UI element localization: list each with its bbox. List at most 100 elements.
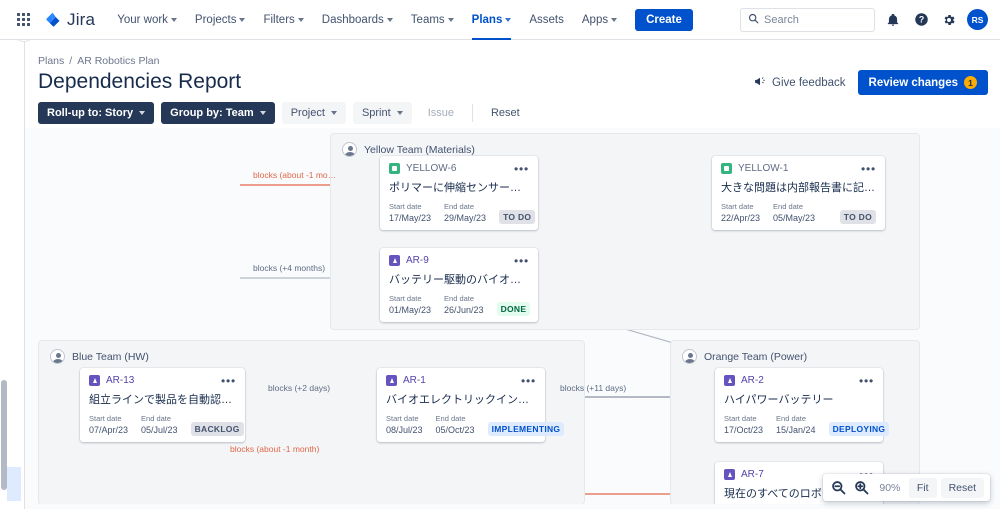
review-changes-label: Review changes [868,76,958,89]
status-badge: BACKLOG [190,422,244,436]
search-input[interactable] [764,13,867,26]
end-date-field: End date 05/Jul/23 [141,414,178,436]
issue-summary: 組立ラインで製品を自動認識し、組立指… [89,394,236,406]
nav-item-teams[interactable]: Teams [403,0,462,40]
end-date-value: 26/Jun/23 [444,305,484,315]
jira-logo[interactable]: Jira [44,10,95,30]
status-badge: TO DO [499,210,536,224]
issue-card-yellow-6[interactable]: YELLOW-6 ••• ポリマーに伸縮センサーを埋め込む Start date… [380,156,538,230]
nav-item-apps[interactable]: Apps [574,0,625,40]
sprint-filter-button[interactable]: Sprint [352,102,412,124]
bell-icon[interactable] [883,10,903,30]
issue-card-ar-9[interactable]: AR-9 ••• バッテリー駆動のバイオメカニクス筋を… Start date … [380,248,538,322]
give-feedback-button[interactable]: Give feedback [753,75,846,91]
nav-item-dashboards[interactable]: Dashboards [314,0,401,40]
dependencies-canvas[interactable]: Yellow Team (Materials) Blue Team (HW) O… [25,128,1000,509]
issue-key[interactable]: AR-7 [741,469,764,480]
sidebar-highlight [7,467,21,501]
issue-summary: バイオエレクトリックインターフェース… [386,394,536,406]
help-icon[interactable]: ? [911,10,931,30]
task-type-icon [89,375,100,386]
dependency-label-ar1-ar2: blocks (+11 days) [560,383,627,393]
issue-key[interactable]: AR-9 [406,255,429,266]
nav-item-assets[interactable]: Assets [521,0,572,40]
card-header: AR-2 ••• [724,375,874,387]
issue-key[interactable]: AR-13 [106,375,134,386]
nav-item-filters[interactable]: Filters [255,0,311,40]
zoom-control-bar: 90% Fit Reset [822,474,990,501]
project-filter-label: Project [290,107,325,119]
jira-wordmark: Jira [67,9,96,29]
card-footer: Start date 01/May/23 End date 26/Jun/23 … [389,294,531,316]
nav-item-your-work[interactable]: Your work [109,0,185,40]
start-date-value: 08/Jul/23 [386,425,423,435]
issue-filter-button[interactable]: Issue [419,102,463,124]
reset-filters-button[interactable]: Reset [482,102,529,124]
chevron-down-icon [297,17,304,22]
end-date-value: 05/Jul/23 [141,425,178,435]
more-actions-icon[interactable]: ••• [221,375,236,387]
filter-toolbar: Roll-up to: Story Group by: Team Project… [38,102,529,124]
status-badge: IMPLEMENTING [487,422,565,436]
more-actions-icon[interactable]: ••• [861,163,876,175]
avatar[interactable]: RS [967,9,988,30]
end-date-value: 05/Oct/23 [435,425,475,435]
nav-item-plans[interactable]: Plans [464,0,520,40]
breadcrumb: Plans / AR Robotics Plan [38,55,159,67]
start-date-value: 01/May/23 [389,305,432,315]
chevron-down-icon [611,17,618,22]
start-date-field: Start date 17/May/23 [389,202,431,224]
start-date-field: Start date 07/Apr/23 [89,414,128,436]
issue-card-yellow-1[interactable]: YELLOW-1 ••• 大きな問題は内部報告書に記録される Start dat… [712,156,885,230]
more-actions-icon[interactable]: ••• [521,375,536,387]
create-button[interactable]: Create [635,8,693,31]
start-date-value: 17/Oct/23 [724,425,764,435]
zoom-fit-button[interactable]: Fit [908,477,937,498]
review-changes-button[interactable]: Review changes 1 [857,70,988,95]
issue-card-ar-13[interactable]: AR-13 ••• 組立ラインで製品を自動認識し、組立指… Start date… [80,368,245,442]
issue-filter-label: Issue [427,107,454,119]
app-switcher-icon[interactable] [12,9,34,31]
nav-right-group: ? RS [740,7,988,32]
chevron-down-icon [330,111,337,115]
issue-card-ar-2[interactable]: AR-2 ••• ハイパワーバッテリー Start date 17/Oct/23… [715,368,890,442]
svg-text:?: ? [918,15,923,25]
left-sidebar-rail [0,40,25,509]
card-header: YELLOW-1 ••• [721,163,876,175]
issue-card-ar-1[interactable]: AR-1 ••• バイオエレクトリックインターフェース… Start date … [377,368,565,442]
end-date-field: End date 15/Jan/24 [776,414,816,436]
chevron-down-icon [139,111,146,115]
zoom-out-icon[interactable] [829,478,848,497]
end-date-value: 29/May/23 [444,213,487,223]
more-actions-icon[interactable]: ••• [514,163,529,175]
start-date-field: Start date 01/May/23 [389,294,431,316]
search-box[interactable] [740,7,875,32]
nav-item-projects[interactable]: Projects [187,0,254,40]
start-date-field: Start date 22/Apr/23 [721,202,760,224]
more-actions-icon[interactable]: ••• [859,375,874,387]
issue-summary: ポリマーに伸縮センサーを埋め込む [389,182,529,194]
search-icon [748,11,759,29]
rollup-filter-button[interactable]: Roll-up to: Story [38,102,155,124]
horizontal-scrollbar[interactable] [25,504,1000,509]
team-name-label: Blue Team (HW) [72,350,149,363]
task-type-icon [724,375,735,386]
issue-key[interactable]: YELLOW-6 [406,163,456,174]
start-date-label: Start date [724,414,757,423]
project-filter-button[interactable]: Project [281,102,346,124]
gear-icon[interactable] [939,10,959,30]
breadcrumb-plans[interactable]: Plans [38,55,64,67]
issue-key[interactable]: YELLOW-1 [738,163,788,174]
breadcrumb-current-plan[interactable]: AR Robotics Plan [77,55,159,67]
task-type-icon [386,375,397,386]
more-actions-icon[interactable]: ••• [514,255,529,267]
zoom-reset-button[interactable]: Reset [940,477,984,498]
megaphone-icon [753,75,767,91]
dependency-label-yellow6-yellow1: blocks (about -1 mo… [253,170,337,180]
issue-key[interactable]: AR-2 [741,375,764,386]
issue-key[interactable]: AR-1 [403,375,426,386]
nav-label: Filters [263,13,295,26]
start-date-value: 22/Apr/23 [721,213,761,223]
groupby-filter-button[interactable]: Group by: Team [161,102,275,124]
zoom-in-icon[interactable] [852,478,871,497]
